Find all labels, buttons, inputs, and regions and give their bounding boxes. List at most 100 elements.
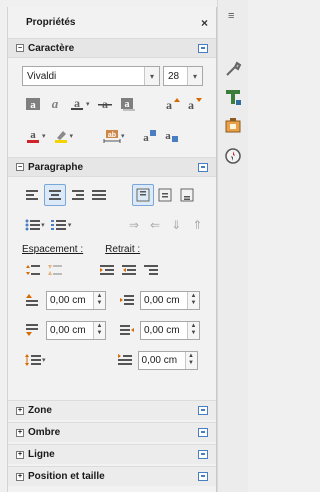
- chevron-down-icon[interactable]: ▾: [70, 132, 74, 140]
- svg-text:a: a: [165, 130, 171, 142]
- spin-down-icon[interactable]: ▼: [188, 360, 194, 367]
- increase-font-size-icon[interactable]: a: [160, 93, 182, 115]
- italic-icon[interactable]: a: [44, 93, 66, 115]
- chevron-down-icon[interactable]: ▾: [42, 132, 46, 140]
- paragraph-content: ▾ ▾ ⇒ ⇐ ⇓ ⇑ Espacement : Retrait : 0,00 …: [8, 177, 216, 371]
- after-text-indent-icon: [116, 319, 138, 341]
- subscript-icon[interactable]: a: [159, 125, 181, 147]
- section-area-header[interactable]: + Zone: [8, 400, 216, 420]
- spin-up-icon[interactable]: ▲: [191, 323, 197, 330]
- spin-down-icon[interactable]: ▼: [191, 300, 197, 307]
- collapse-icon[interactable]: −: [16, 163, 24, 171]
- bold-icon[interactable]: a: [22, 93, 44, 115]
- more-options-icon[interactable]: [198, 43, 208, 53]
- promote-icon[interactable]: ⇐: [144, 214, 165, 236]
- svg-text:a: a: [188, 98, 194, 111]
- spin-buttons[interactable]: ▲ ▼: [184, 351, 197, 369]
- bullet-list-icon[interactable]: [22, 214, 43, 236]
- svg-text:a: a: [166, 98, 172, 111]
- align-top-icon[interactable]: [132, 184, 154, 206]
- section-position-header[interactable]: + Position et taille: [8, 466, 216, 486]
- chevron-down-icon[interactable]: ▾: [42, 356, 46, 364]
- chevron-down-icon[interactable]: ▾: [68, 221, 72, 229]
- spin-down-icon[interactable]: ▼: [191, 330, 197, 337]
- first-line-indent-field[interactable]: 0,00 cm ▲ ▼: [137, 350, 198, 370]
- before-indent-field[interactable]: 0,00 cm ▲ ▼: [140, 290, 200, 310]
- expand-icon[interactable]: +: [16, 450, 24, 459]
- align-justify-icon[interactable]: [88, 184, 110, 206]
- chevron-down-icon[interactable]: ▾: [86, 100, 90, 108]
- align-right-icon[interactable]: [66, 184, 88, 206]
- section-shadow-header[interactable]: + Ombre: [8, 422, 216, 442]
- section-character-label: Caractère: [28, 42, 75, 54]
- section-paragraph-header[interactable]: − Paragraphe: [8, 157, 216, 177]
- spin-buttons[interactable]: ▲ ▼: [93, 321, 105, 339]
- line-spacing-icon[interactable]: [22, 349, 44, 371]
- spin-buttons[interactable]: ▲ ▼: [187, 291, 199, 309]
- section-paragraph-label: Paragraphe: [28, 161, 84, 173]
- section-line-label: Ligne: [28, 449, 55, 460]
- decrease-paragraph-spacing-icon[interactable]: [44, 259, 66, 281]
- styles-icon[interactable]: [222, 86, 244, 108]
- align-middle-icon[interactable]: [154, 184, 176, 206]
- highlight-color-icon[interactable]: [50, 125, 72, 147]
- more-options-icon[interactable]: [198, 162, 208, 172]
- after-indent-field[interactable]: 0,00 cm ▲ ▼: [140, 320, 200, 340]
- underline-icon[interactable]: a: [66, 93, 88, 115]
- before-text-indent-icon: [116, 289, 138, 311]
- more-options-icon[interactable]: [198, 428, 208, 437]
- decrease-indent-icon[interactable]: [118, 259, 140, 281]
- close-icon[interactable]: ×: [201, 16, 208, 30]
- font-size-combo[interactable]: 28 ▾: [163, 66, 203, 86]
- spin-up-icon[interactable]: ▲: [191, 293, 197, 300]
- spin-down-icon[interactable]: ▼: [97, 300, 103, 307]
- svg-text:a: a: [30, 129, 36, 141]
- menu-icon[interactable]: ≡: [228, 10, 234, 22]
- spin-down-icon[interactable]: ▼: [97, 330, 103, 337]
- chevron-down-icon[interactable]: ▾: [41, 221, 45, 229]
- chevron-down-icon[interactable]: ▾: [144, 67, 159, 85]
- above-spacing-field[interactable]: 0,00 cm ▲ ▼: [46, 290, 106, 310]
- below-spacing-field[interactable]: 0,00 cm ▲ ▼: [46, 320, 106, 340]
- superscript-icon[interactable]: a: [137, 125, 159, 147]
- demote-icon[interactable]: ⇒: [123, 214, 144, 236]
- gallery-icon[interactable]: [222, 114, 244, 136]
- section-area-label: Zone: [28, 405, 52, 416]
- spin-up-icon[interactable]: ▲: [97, 293, 103, 300]
- expand-icon[interactable]: +: [16, 472, 24, 481]
- shadow-icon[interactable]: a: [116, 93, 138, 115]
- strikethrough-icon[interactable]: a: [94, 93, 116, 115]
- spin-buttons[interactable]: ▲ ▼: [187, 321, 199, 339]
- font-name-combo[interactable]: Vivaldi ▾: [22, 66, 160, 86]
- section-line-header[interactable]: + Ligne: [8, 444, 216, 464]
- align-bottom-icon[interactable]: [176, 184, 198, 206]
- increase-paragraph-spacing-icon[interactable]: [22, 259, 44, 281]
- before-indent-value: 0,00 cm: [144, 294, 180, 306]
- more-options-icon[interactable]: [198, 450, 208, 459]
- more-options-icon[interactable]: [198, 472, 208, 481]
- properties-icon[interactable]: [222, 58, 244, 80]
- first-line-indent-icon: [114, 349, 136, 371]
- expand-icon[interactable]: +: [16, 406, 24, 415]
- increase-indent-icon[interactable]: [96, 259, 118, 281]
- align-center-icon[interactable]: [44, 184, 66, 206]
- collapse-icon[interactable]: −: [16, 44, 24, 52]
- section-character-header[interactable]: − Caractère: [8, 38, 216, 58]
- hanging-indent-icon[interactable]: [140, 259, 162, 281]
- expand-icon[interactable]: +: [16, 428, 24, 437]
- chevron-down-icon[interactable]: ▾: [187, 67, 202, 85]
- character-spacing-icon[interactable]: ab: [101, 125, 123, 147]
- chevron-down-icon[interactable]: ▾: [121, 132, 125, 140]
- navigator-icon[interactable]: [222, 145, 244, 167]
- font-color-icon[interactable]: a: [22, 125, 44, 147]
- decrease-font-size-icon[interactable]: a: [182, 93, 204, 115]
- spin-up-icon[interactable]: ▲: [188, 353, 194, 360]
- move-up-icon[interactable]: ⇑: [187, 214, 208, 236]
- align-left-icon[interactable]: [22, 184, 44, 206]
- spin-buttons[interactable]: ▲ ▼: [93, 291, 105, 309]
- more-options-icon[interactable]: [198, 406, 208, 415]
- numbered-list-icon[interactable]: [49, 214, 70, 236]
- sidebar-title: Propriétés: [26, 17, 76, 28]
- move-down-icon[interactable]: ⇓: [166, 214, 187, 236]
- spin-up-icon[interactable]: ▲: [97, 323, 103, 330]
